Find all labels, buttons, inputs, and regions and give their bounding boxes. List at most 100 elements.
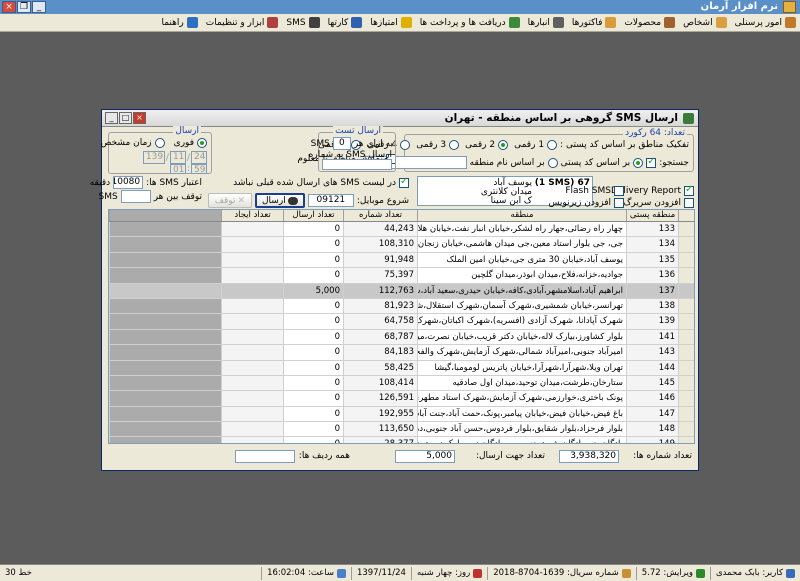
cell-sent[interactable]: 0 (283, 360, 343, 375)
table-row[interactable]: 134 جی، جی بلوار استاد معین،جی میدان هاشم… (109, 237, 694, 253)
cell-id[interactable]: 136 (626, 268, 678, 283)
zir-checkbox[interactable] (614, 198, 624, 208)
flash-checkbox[interactable] (614, 186, 624, 196)
cell-region[interactable]: بلوار فرحزاد،بلوار شقایق،بلوار فردوس،حسن… (417, 422, 626, 437)
send-button[interactable]: ارسال (254, 193, 305, 208)
cell-created[interactable] (221, 268, 283, 283)
by-postal-radio[interactable] (633, 157, 644, 168)
menu-item[interactable]: فاکتورها (572, 17, 617, 28)
cell-sent[interactable]: 0 (283, 222, 343, 237)
hour-field[interactable]: 01 (169, 164, 186, 174)
cell-region[interactable]: جوادیه،خزانه،فلاح،میدان ابوذر،میدان گلچی… (417, 268, 626, 283)
table-row[interactable]: 139 شهرک آپادانا، شهرک آزادی (افسریه)،شهر… (109, 314, 694, 330)
cell-count[interactable]: 75,397 (343, 268, 417, 283)
digit-option[interactable]: 3 رقمی (416, 140, 460, 150)
day-field[interactable]: 24 (191, 151, 207, 164)
cell-region[interactable]: جی، جی بلوار استاد معین،جی میدان هاشمی،خ… (417, 237, 626, 252)
row-header[interactable] (678, 329, 694, 345)
row-header[interactable] (678, 422, 694, 437)
cell-id[interactable]: 134 (626, 237, 678, 252)
cell-id[interactable]: 146 (626, 391, 678, 406)
window-minimize-icon[interactable]: _ (105, 112, 118, 124)
cell-region[interactable]: یوسف آباد،خیابان 30 متری جی،خیابان امین … (417, 252, 626, 268)
row-header[interactable] (678, 406, 694, 422)
column-header[interactable]: تعداد ایجاد (221, 210, 283, 221)
not-in-list-checkbox[interactable] (399, 176, 409, 188)
row-header[interactable] (678, 283, 694, 298)
table-row[interactable]: 137 ابراهیم آباد،اسلامشهر،آبادی،کافه،خیاب… (109, 283, 694, 299)
cell-id[interactable]: 149 (626, 437, 678, 443)
menu-item[interactable]: دریافت ها و پرداخت ها (420, 17, 520, 28)
table-row[interactable]: 136 جوادیه،خزانه،فلاح،میدان ابوذر،میدان گ… (109, 268, 694, 284)
cell-region[interactable]: تهران ویلا،شهرآرا،شهرآرا،خیابان پاتریس ل… (417, 360, 626, 375)
digit-radio[interactable] (547, 140, 558, 150)
menu-item[interactable]: SMS (286, 17, 320, 28)
cell-region[interactable]: ستارخان،طرشت،میدان توحید،میدان اول صادقی… (417, 375, 626, 391)
table-row[interactable]: 143 امیرآباد جنوبی،امیرآباد شمالی،شهرک آز… (109, 345, 694, 361)
all-rows-input[interactable] (235, 450, 295, 463)
cell-count[interactable]: 112,763 (343, 283, 417, 298)
cell-id[interactable]: 137 (626, 283, 678, 298)
cell-created[interactable] (221, 360, 283, 375)
cell-region[interactable]: پادگان جی،پادگان شهید حسن پور،پادگان نیر… (417, 437, 626, 443)
menu-item[interactable]: انبارها (528, 17, 564, 28)
cell-sent[interactable]: 0 (283, 422, 343, 437)
cell-count[interactable]: 28,377 (343, 437, 417, 443)
serrig-checkbox[interactable] (684, 198, 694, 208)
cell-count[interactable]: 108,310 (343, 237, 417, 252)
test-number-input[interactable] (322, 159, 392, 170)
row-header[interactable] (678, 345, 694, 360)
cell-sent[interactable]: 0 (283, 437, 343, 443)
menu-item[interactable]: امور پرسنلی (735, 17, 796, 28)
menu-item[interactable]: محصولات (624, 17, 676, 28)
pause-input[interactable] (120, 190, 151, 203)
row-header[interactable] (678, 437, 694, 443)
cell-sent[interactable]: 0 (283, 252, 343, 268)
cell-region[interactable]: ابراهیم آباد،اسلامشهر،آبادی،کافه،خیابان … (417, 283, 626, 298)
cell-id[interactable]: 141 (626, 329, 678, 345)
menu-item[interactable]: امتیازها (370, 17, 412, 28)
scheduled-radio[interactable] (154, 138, 165, 148)
cell-id[interactable]: 135 (626, 252, 678, 268)
table-row[interactable]: 133 چهار راه رضائی،جهار راه لشکر،خیابان ا… (109, 222, 694, 238)
cell-created[interactable] (221, 391, 283, 406)
cell-id[interactable]: 143 (626, 345, 678, 360)
table-row[interactable]: 135 یوسف آباد،خیابان 30 متری جی،خیابان ام… (109, 252, 694, 269)
menu-item[interactable]: راهنما (161, 17, 198, 28)
column-header[interactable]: تعداد شماره (343, 210, 417, 221)
cell-count[interactable]: 64,758 (343, 314, 417, 329)
menu-item[interactable]: کارتها (328, 17, 363, 28)
minute-field[interactable]: 59 (191, 164, 207, 174)
cell-created[interactable] (221, 437, 283, 443)
row-header[interactable] (678, 298, 694, 314)
cell-count[interactable]: 81,923 (343, 298, 417, 314)
cell-id[interactable]: 139 (626, 314, 678, 329)
cell-region[interactable]: پونک باختری،خوارزمی،شهرک آزمایش،شهرک است… (417, 391, 626, 406)
cell-region[interactable]: شهرک آپادانا، شهرک آزادی (افسریه)،شهرک ا… (417, 314, 626, 329)
cell-sent[interactable]: 0 (283, 329, 343, 345)
cell-count[interactable]: 108,414 (343, 375, 417, 391)
column-header[interactable]: منطقه (417, 210, 626, 221)
table-row[interactable]: 149پادگان جی،پادگان شهید حسن پور،پادگان … (109, 437, 694, 443)
cell-id[interactable]: 133 (626, 222, 678, 237)
cell-region[interactable]: چهار راه رضائی،جهار راه لشکر،خیابان انبا… (417, 222, 626, 237)
cell-sent[interactable]: 0 (283, 406, 343, 422)
cell-region[interactable]: بلوار کشاورز،بیارک لاله،خیابان دکتر قریب… (417, 329, 626, 345)
cell-count[interactable]: 192,955 (343, 406, 417, 422)
table-row[interactable]: 145 ستارخان،طرشت،میدان توحید،میدان اول صا… (109, 375, 694, 392)
row-header[interactable] (678, 252, 694, 268)
search-enabled-checkbox[interactable] (646, 156, 657, 168)
minimize-icon[interactable]: _ (32, 1, 46, 13)
cell-created[interactable] (221, 329, 283, 345)
window-maximize-icon[interactable]: □ (119, 112, 132, 124)
digit-option[interactable]: 2 رقمی (465, 140, 509, 150)
digit-radio[interactable] (498, 140, 509, 150)
cell-sent[interactable]: 0 (283, 268, 343, 283)
cell-count[interactable]: 58,425 (343, 360, 417, 375)
row-header[interactable] (678, 375, 694, 391)
cell-sent[interactable]: 0 (283, 314, 343, 329)
cell-count[interactable]: 44,243 (343, 222, 417, 237)
cell-created[interactable] (221, 237, 283, 252)
regions-grid[interactable]: منطقه پستی منطقه تعداد شماره تعداد ارسال تعد… (108, 209, 695, 444)
row-header[interactable] (678, 268, 694, 283)
